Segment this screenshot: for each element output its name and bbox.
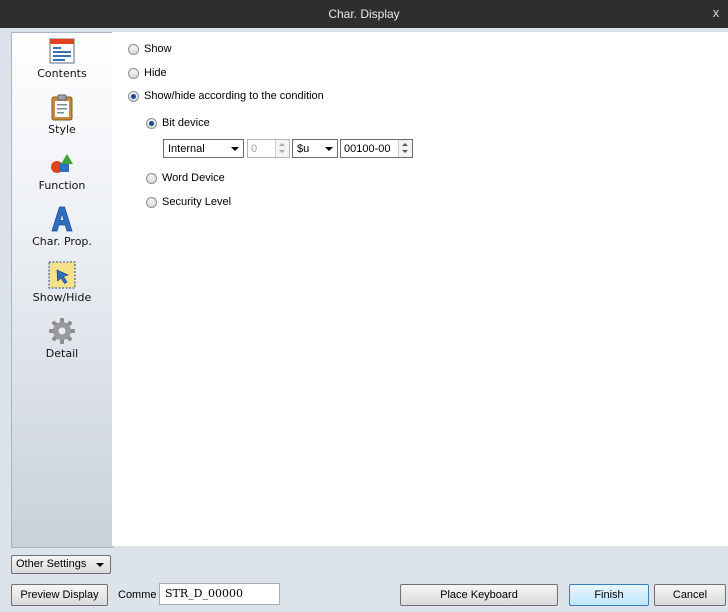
close-icon[interactable]: x xyxy=(704,0,728,28)
shapes-icon xyxy=(48,149,76,177)
radio-button[interactable] xyxy=(128,43,139,55)
finish-button[interactable]: Finish xyxy=(569,584,649,606)
word-device-radio[interactable]: Word Device xyxy=(146,172,225,184)
device-type-value: Internal xyxy=(168,143,205,155)
sidebar: Contents Style Function Char. Prop. Show… xyxy=(11,32,113,548)
contents-icon xyxy=(48,37,76,65)
clipboard-icon xyxy=(48,93,76,121)
address-value: 00100-00 xyxy=(344,143,391,155)
memory-type-value: $u xyxy=(297,143,310,155)
sidebar-item-label: Function xyxy=(38,179,86,192)
hide-label: Hide xyxy=(144,67,167,79)
place-keyboard-button[interactable]: Place Keyboard xyxy=(400,584,558,606)
sidebar-item-show-hide[interactable]: Show/Hide xyxy=(12,261,112,304)
sidebar-item-label: Char. Prop. xyxy=(32,235,92,248)
show-label: Show xyxy=(144,43,172,55)
other-settings-dropdown[interactable]: Other Settings xyxy=(11,555,111,574)
cancel-button[interactable]: Cancel xyxy=(654,584,726,606)
sidebar-item-style[interactable]: Style xyxy=(12,93,112,136)
condition-radio[interactable]: Show/hide according to the condition xyxy=(128,90,324,102)
letter-a-icon xyxy=(48,205,76,233)
sidebar-item-char-prop[interactable]: Char. Prop. xyxy=(12,205,112,248)
spin-buttons[interactable] xyxy=(275,140,289,157)
spin-up-icon xyxy=(279,143,285,146)
show-radio[interactable]: Show xyxy=(128,43,172,55)
station-number-stepper[interactable]: 0 xyxy=(247,139,290,158)
spin-up-icon xyxy=(402,143,408,146)
address-stepper[interactable]: 00100-00 xyxy=(340,139,413,158)
chevron-down-icon xyxy=(231,147,239,151)
spin-buttons[interactable] xyxy=(398,140,412,157)
radio-button[interactable] xyxy=(128,67,139,79)
condition-label: Show/hide according to the condition xyxy=(144,90,324,102)
radio-button[interactable] xyxy=(146,117,157,129)
sidebar-item-detail[interactable]: Detail xyxy=(12,317,112,360)
spin-down-icon xyxy=(279,150,285,153)
radio-button[interactable] xyxy=(146,196,157,208)
sidebar-item-label: Show/Hide xyxy=(32,291,92,304)
content-panel xyxy=(112,32,728,546)
other-settings-label: Other Settings xyxy=(16,558,87,570)
gear-icon xyxy=(48,317,76,345)
sidebar-item-function[interactable]: Function xyxy=(12,149,112,192)
chevron-down-icon xyxy=(96,563,104,567)
preview-display-button[interactable]: Preview Display xyxy=(11,584,108,606)
sidebar-item-label: Detail xyxy=(45,347,79,360)
bit-device-label: Bit device xyxy=(162,117,210,129)
radio-button[interactable] xyxy=(128,90,139,102)
radio-button[interactable] xyxy=(146,172,157,184)
memory-type-select[interactable]: $u xyxy=(292,139,338,158)
comment-input[interactable]: STR_D_00000 xyxy=(159,583,280,605)
word-device-label: Word Device xyxy=(162,172,225,184)
device-type-select[interactable]: Internal xyxy=(163,139,244,158)
bit-device-radio[interactable]: Bit device xyxy=(146,117,210,129)
comment-label: Comme xyxy=(118,589,157,601)
window-title: Char. Display xyxy=(328,7,400,21)
sidebar-item-label: Contents xyxy=(37,67,87,80)
chevron-down-icon xyxy=(325,147,333,151)
station-number-value: 0 xyxy=(251,143,258,155)
sidebar-item-label: Style xyxy=(48,123,76,136)
sidebar-item-contents[interactable]: Contents xyxy=(12,37,112,80)
security-level-radio[interactable]: Security Level xyxy=(146,196,231,208)
hide-radio[interactable]: Hide xyxy=(128,67,167,79)
security-level-label: Security Level xyxy=(162,196,232,208)
cursor-frame-icon xyxy=(48,261,76,289)
spin-down-icon xyxy=(402,150,408,153)
